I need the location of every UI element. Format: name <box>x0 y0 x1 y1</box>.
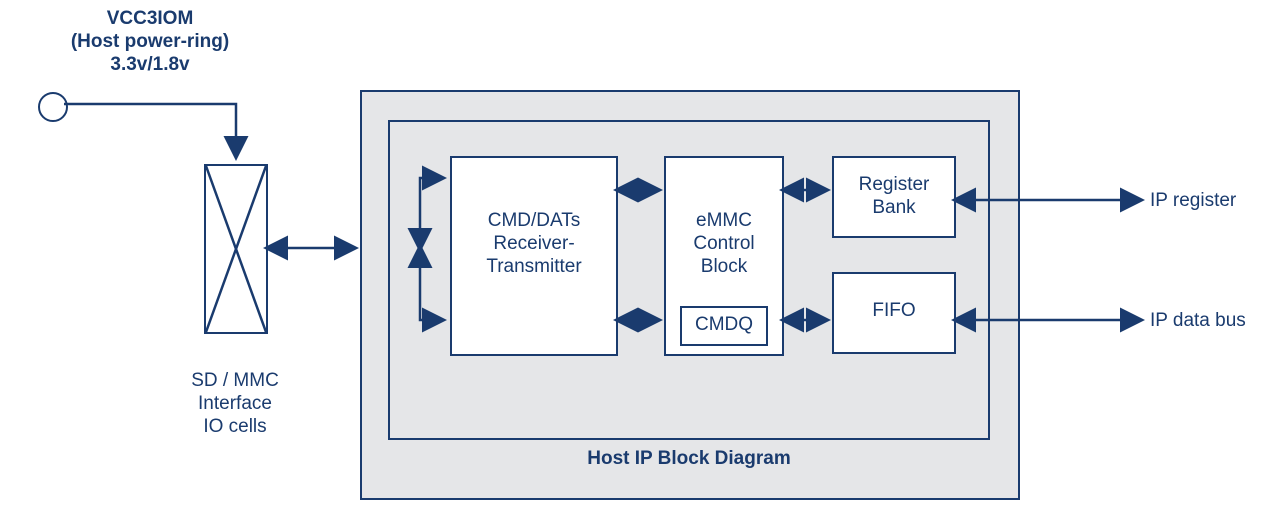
connectors <box>0 0 1279 530</box>
diagram-canvas: VCC3IOM (Host power-ring) 3.3v/1.8v SD /… <box>0 0 1279 530</box>
